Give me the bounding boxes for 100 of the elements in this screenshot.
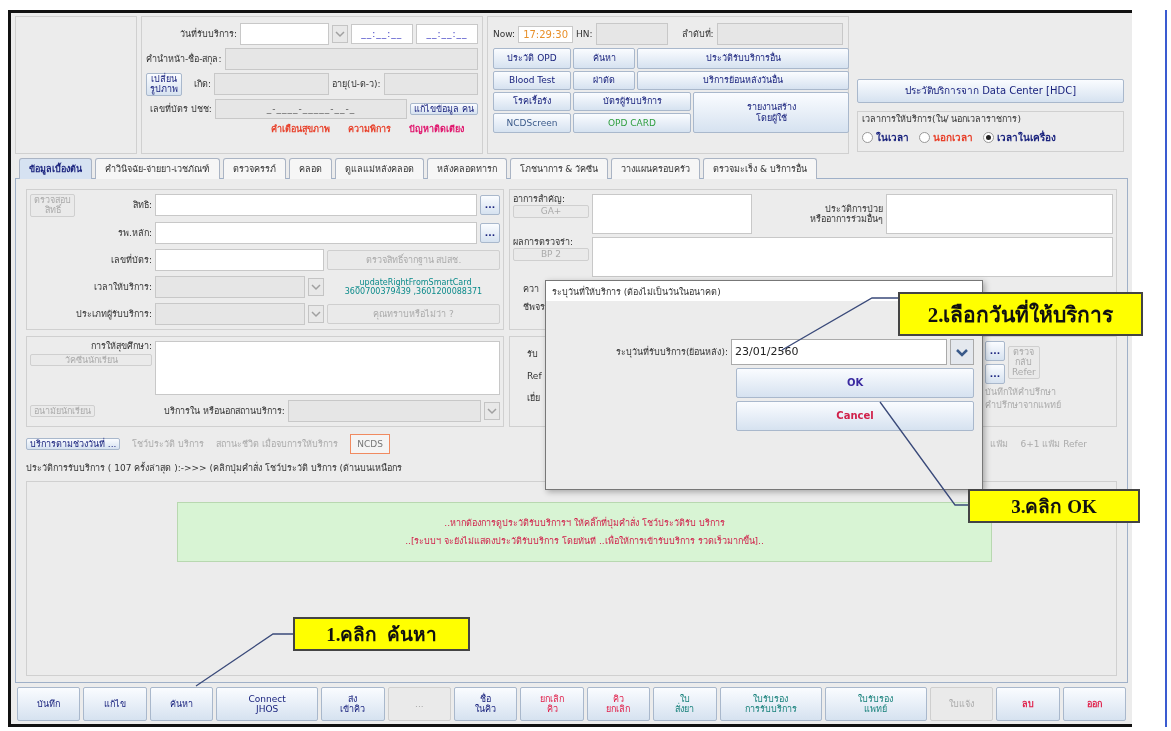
- toolbar-button[interactable]: ชื่อ ในคิว: [454, 687, 518, 721]
- field-label: วันที่รับบริการ:: [180, 28, 238, 40]
- ncds-button[interactable]: NCDS: [350, 433, 390, 454]
- hn-field[interactable]: [595, 23, 668, 45]
- field-label: ประเภทผู้รับบริการ:: [75, 308, 152, 319]
- consult-label: คำปรึกษาจากแพทย์: [985, 400, 1062, 411]
- hospital-field[interactable]: [155, 221, 477, 244]
- visit-button[interactable]: โรคเรื้อรัง: [493, 92, 571, 111]
- browse-button[interactable]: ...: [480, 222, 500, 243]
- time-field[interactable]: __:__:__: [415, 24, 478, 44]
- field-label: อายุ(ป-ด-ว):: [332, 79, 381, 90]
- time-field[interactable]: __:__:__: [350, 24, 413, 44]
- hdc-history-button[interactable]: ประวัติบริการจาก Data Center [HDC]: [857, 78, 1124, 103]
- field-label: เกิด:: [194, 79, 212, 90]
- tab[interactable]: คำวินิจฉัย-จ่ายยา-เวชภัณฑ์: [95, 158, 220, 179]
- toolbar-button[interactable]: ออก: [1062, 687, 1126, 721]
- order-field[interactable]: [716, 23, 843, 45]
- alert-link[interactable]: ความพิการ: [348, 121, 391, 136]
- field-label: รพ.หลัก:: [118, 227, 152, 238]
- name-field[interactable]: [224, 48, 478, 70]
- birth-field[interactable]: [214, 73, 330, 96]
- visit-button[interactable]: ผ่าตัด: [573, 71, 635, 90]
- callout-label: 1.คลิก ค้นหา: [293, 617, 470, 651]
- callout-label: 3.คลิก OK: [968, 489, 1140, 523]
- field-label: HN:: [576, 28, 593, 40]
- refer-file-label: 6+1 แฟ้ม Refer: [1020, 437, 1087, 451]
- toolbar-button[interactable]: คิว ยกเลิก: [586, 687, 651, 721]
- age-field[interactable]: [383, 73, 478, 96]
- browse-button[interactable]: ...: [985, 363, 1005, 384]
- toolbar-button[interactable]: ส่ง เข้าคิว: [321, 687, 385, 721]
- group-label: เวลาการให้บริการ(ใน/ นอกเวลาราชการ): [862, 113, 1022, 124]
- toolbar-button[interactable]: ยกเลิก คิว: [520, 687, 584, 721]
- visit-button[interactable]: ประวัติรับบริการอื่น: [637, 48, 849, 69]
- toolbar-button[interactable]: ค้นหา: [149, 687, 214, 721]
- visit-button[interactable]: NCDScreen: [493, 113, 571, 133]
- exam-field[interactable]: [592, 237, 1113, 277]
- toolbar-button[interactable]: ใบรับรอง แพทย์: [824, 687, 927, 721]
- consult-label: บันทึกให้คำปรึกษา: [985, 386, 1057, 398]
- radio-label[interactable]: เวลาในเครื่อง: [997, 130, 1056, 145]
- visit-button[interactable]: Blood Test: [493, 71, 571, 90]
- browse-button[interactable]: ...: [480, 195, 500, 216]
- radio-button[interactable]: [862, 132, 873, 143]
- tab[interactable]: ตรวจครรภ์: [222, 158, 286, 179]
- browse-button[interactable]: ...: [985, 340, 1005, 361]
- change-photo-button[interactable]: เปลี่ยน รูปภาพ: [146, 73, 182, 96]
- alert-link[interactable]: ปัญหาติดเตียง: [409, 121, 464, 136]
- toolbar-button[interactable]: บันทึก: [17, 687, 81, 721]
- toolbar-button[interactable]: แก้ไข: [83, 687, 147, 721]
- history-field[interactable]: [886, 194, 1113, 234]
- toolbar-button[interactable]: ลบ: [996, 687, 1060, 721]
- field-label: เลขที่บัตร:: [110, 254, 152, 265]
- date-range-button[interactable]: บริการตามช่วงวันที่ ...: [26, 437, 121, 450]
- toolbar-button[interactable]: ใบ สั่งยา: [653, 687, 717, 721]
- complaint-field[interactable]: [592, 194, 752, 234]
- service-time-select[interactable]: [155, 275, 305, 298]
- tab[interactable]: วางแผนครอบครัว: [611, 158, 701, 179]
- toolbar-button[interactable]: ใบรับรอง การรับบริการ: [719, 687, 822, 721]
- field-label: บริการใน หรือนอกสถานบริการ:: [164, 405, 285, 416]
- cancel-button[interactable]: Cancel: [736, 401, 974, 431]
- tab[interactable]: ตรวจมะเร็ง & บริการอื่น: [703, 158, 817, 179]
- field-label: ควา: [523, 284, 539, 295]
- notice-text: ..หากต้องการดูประวัติรับบริการฯ ให้คลิ๊กที่ปุ่มคำสั่ง โชว์ประวัติรับ บริการ: [444, 516, 725, 530]
- history-summary: ประวัติการรับบริการ ( 107 ครั้งล่าสุด ):->>> (คลิกปุ่มคำสั่ง โชว์ประวัติ บริการ (ด้านบนเหนือกร: [26, 461, 403, 475]
- field-label: คำนำหน้า-ชื่อ-สกุล:: [146, 53, 222, 65]
- tab[interactable]: คลอด: [288, 158, 332, 179]
- radio-button[interactable]: [919, 132, 930, 143]
- field-label: ผลการตรวจร่า:: [513, 237, 575, 248]
- clock-time: 17:29:30: [518, 25, 574, 43]
- field-label: Ref: [527, 371, 542, 382]
- edit-person-button[interactable]: แก้ไขข้อมูล คน: [410, 102, 478, 115]
- field-label: อาการสำคัญ:: [513, 194, 567, 205]
- date-input[interactable]: 23/01/2560: [731, 339, 947, 365]
- alert-link[interactable]: คำเตือนสุขภาพ: [271, 121, 330, 136]
- visit-button[interactable]: ประวัติ OPD: [493, 48, 571, 69]
- field-label: ประวัติการป่วย หรืออาการร่วมอื่นๆ: [809, 203, 883, 225]
- card-field[interactable]: [155, 248, 324, 271]
- visit-button[interactable]: ค้นหา: [573, 48, 635, 69]
- place-select[interactable]: [287, 399, 481, 422]
- visit-button[interactable]: บริการย้อนหลังวันอื่น: [637, 71, 849, 90]
- visit-button[interactable]: บัตรผู้รับบริการ: [573, 92, 691, 111]
- radio-button[interactable]: [983, 132, 994, 143]
- life-status-label: สถานะชีวิต เมื่อจบการให้บริการ: [216, 437, 339, 451]
- smartcard-note: _updateRightFromSmartCard 3600700379439 ,3601200088371: [343, 277, 484, 296]
- date-field[interactable]: [240, 23, 329, 45]
- field-label: สิทธิ:: [132, 200, 152, 211]
- client-type-select[interactable]: [155, 302, 305, 325]
- field-label: เยี่ย: [527, 393, 541, 404]
- tab[interactable]: ดูแลแม่หลังคลอด: [334, 158, 424, 179]
- toolbar-button[interactable]: Connect JHOS: [216, 687, 319, 721]
- id-field[interactable]: _-____-_____-__-_: [214, 98, 408, 119]
- ok-button[interactable]: OK: [736, 368, 974, 398]
- dialog-title: ระบุวันที่ให้บริการ (ต้องไม่เป็นวันในอนาคต): [546, 281, 982, 301]
- tab[interactable]: ข้อมูลเบื้องต้น: [19, 158, 92, 179]
- visit-button[interactable]: รายงานสร้าง โดยผู้ใช้: [693, 92, 849, 133]
- radio-label[interactable]: ในเวลา: [876, 130, 909, 145]
- tab[interactable]: หลังคลอดทารก: [426, 158, 507, 179]
- tab[interactable]: โภชนาการ & วัคซีน: [509, 158, 609, 179]
- field-label: การให้สุขศึกษา:: [89, 340, 152, 352]
- education-field[interactable]: [155, 340, 500, 395]
- rights-field[interactable]: [155, 194, 477, 217]
